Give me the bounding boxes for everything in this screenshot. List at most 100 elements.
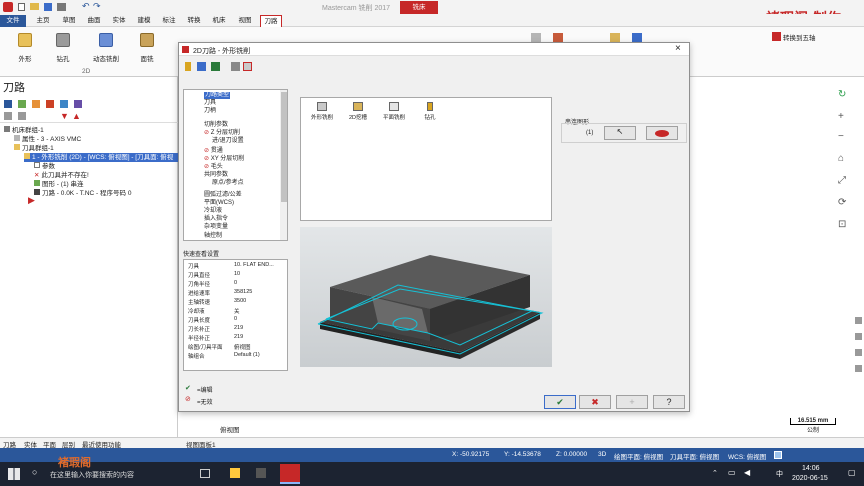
volume-icon[interactable]: ◀ xyxy=(744,468,750,477)
view-icon[interactable]: ⊡ xyxy=(838,219,846,230)
tree-item[interactable]: 图形 - (1) 串连 xyxy=(34,180,84,189)
select-all-icon[interactable] xyxy=(4,100,12,108)
redo-icon[interactable]: ↷ xyxy=(93,1,101,12)
tab-toolpaths[interactable]: 刀路 xyxy=(260,15,282,27)
print-icon[interactable] xyxy=(57,3,66,11)
tab-sketch[interactable]: 草图 xyxy=(58,15,80,27)
face-mill-button[interactable]: 面铣 xyxy=(132,33,162,63)
tool-icon[interactable] xyxy=(855,349,862,356)
tree-item-tabs[interactable]: ⊘ 毛头 xyxy=(204,164,223,171)
tool-plane[interactable]: 刀具平面: 俯视图 xyxy=(670,451,719,461)
clock-date[interactable]: 2020-06-15 xyxy=(792,475,828,482)
taskbar-app-icon[interactable] xyxy=(230,468,240,478)
view-cube[interactable]: ↻ + − ⌂ ⤢ ⟳ ⊡ xyxy=(832,83,860,243)
select-chain-button[interactable]: ↖ xyxy=(604,126,636,140)
preview-chain-button[interactable] xyxy=(646,126,678,140)
construction-plane[interactable]: 绘图平面: 俯视图 xyxy=(614,451,663,461)
tree-scrollbar[interactable] xyxy=(280,90,287,240)
tool-icon[interactable] xyxy=(855,333,862,340)
tree-item[interactable]: 刀路 - 0.0K - T.NC - 程序号码 0 xyxy=(34,189,131,198)
zoom-in-icon[interactable]: + xyxy=(838,111,844,122)
view-icon[interactable]: ⌂ xyxy=(838,153,844,164)
search-icon[interactable]: ○ xyxy=(32,467,37,477)
tree-item-tool[interactable]: 刀具 xyxy=(204,100,216,107)
taskbar-search-input[interactable]: 在这里输入你要搜索的内容 xyxy=(50,470,134,480)
network-icon[interactable]: ▭ xyxy=(728,468,736,477)
save-icon[interactable] xyxy=(197,62,206,71)
tree-item-misc-values[interactable]: 杂项变量 xyxy=(204,224,228,231)
tab-home[interactable]: 主页 xyxy=(32,15,54,27)
system-tray-icon[interactable]: ⌃ xyxy=(712,469,718,477)
edit-icon[interactable] xyxy=(231,62,240,71)
tree-item-cut-params[interactable]: 切削参数 xyxy=(204,122,228,129)
task-view-icon[interactable] xyxy=(200,469,210,478)
tree-item[interactable]: 属性 - 3 - AXIS VMC xyxy=(14,135,81,144)
tool-icon[interactable] xyxy=(855,365,862,372)
tool-icon[interactable] xyxy=(855,317,862,324)
drill-button[interactable]: 钻孔 xyxy=(48,33,78,63)
toolpath-type-pocket[interactable]: 2D挖槽 xyxy=(341,102,375,121)
tree-item[interactable]: 机床群组-1 xyxy=(4,126,44,135)
tree-item[interactable]: ✕ 此刀具并不存在! xyxy=(34,171,89,180)
tool-icon[interactable] xyxy=(185,62,191,71)
clock-time[interactable]: 14:06 xyxy=(802,465,820,472)
rotate-x-icon[interactable]: ↻ xyxy=(838,89,846,100)
ok-button[interactable]: ✔ xyxy=(544,395,576,409)
toolpath-type-contour[interactable]: 外形铣削 xyxy=(305,102,339,121)
open-file-icon[interactable] xyxy=(30,3,39,10)
verify-icon[interactable] xyxy=(60,100,68,108)
wcs-status[interactable]: WCS: 俯视图 xyxy=(728,451,766,461)
tree-item-break-through[interactable]: ⊘ 贯通 xyxy=(204,148,223,155)
taskbar-app-icon[interactable] xyxy=(256,468,266,478)
tree-item-holder[interactable]: 刀柄 xyxy=(204,108,216,115)
input-method-indicator[interactable]: 中 xyxy=(776,469,783,479)
tab-dimension[interactable]: 标注 xyxy=(158,15,180,27)
tree-item-depth-cuts[interactable]: ⊘ Z 分层切削 xyxy=(204,130,240,137)
new-file-icon[interactable] xyxy=(18,3,25,11)
tab-surface[interactable]: 曲面 xyxy=(83,15,105,27)
tree-item[interactable]: 参数 xyxy=(34,162,55,171)
save-icon[interactable] xyxy=(44,3,52,11)
save-all-icon[interactable] xyxy=(211,62,220,71)
mastercam-taskbar-icon[interactable] xyxy=(280,464,300,484)
move-up-icon[interactable] xyxy=(18,112,26,120)
zoom-out-icon[interactable]: − xyxy=(838,131,844,142)
tree-item-linking[interactable]: 共同参数 xyxy=(204,172,228,179)
view-icon[interactable]: ⟳ xyxy=(838,197,846,208)
insert-arrow-icon[interactable]: ▼ xyxy=(60,111,69,121)
tab-view[interactable]: 视图 xyxy=(234,15,256,27)
dimension-mode[interactable]: 3D xyxy=(598,451,606,458)
help-button[interactable]: ? xyxy=(653,395,685,409)
tab-solid[interactable]: 实体 xyxy=(108,15,130,27)
tree-item-multi-passes[interactable]: ⊘ XY 分层切削 xyxy=(204,156,244,163)
regen-icon[interactable] xyxy=(18,100,26,108)
backplot-icon[interactable] xyxy=(46,100,54,108)
post-icon[interactable] xyxy=(74,100,82,108)
tree-item-home-ref[interactable]: 原点/参考点 xyxy=(212,180,244,187)
tab-model[interactable]: 建模 xyxy=(133,15,155,27)
tree-item[interactable]: 刀具群组-1 xyxy=(14,144,54,153)
notification-icon[interactable]: ▢ xyxy=(848,468,856,477)
tree-item-canned-text[interactable]: 插入指令 xyxy=(204,216,228,223)
tree-item-coolant[interactable]: 冷却液 xyxy=(204,208,222,215)
toolpath-type-facing[interactable]: 平面铣削 xyxy=(377,102,411,121)
edit-icon[interactable] xyxy=(243,62,252,71)
tree-item-planes[interactable]: 平面(WCS) xyxy=(204,200,234,207)
tree-item-selected[interactable]: 1 - 外形铣削 (2D) - [WCS: 俯视图] - [刀具面: 俯视 xyxy=(24,153,178,162)
insert-arrow-icon[interactable]: ▲ xyxy=(72,111,81,121)
tree-item-arc-filter[interactable]: 圆弧过滤/公差 xyxy=(204,192,242,199)
windows-start-icon[interactable] xyxy=(8,468,20,480)
tree-item-axis-control[interactable]: 轴控制 xyxy=(204,233,222,240)
add-button[interactable]: + xyxy=(616,395,648,409)
view-icon[interactable]: ⤢ xyxy=(838,175,846,186)
toolpath-type-drill[interactable]: 钻孔 xyxy=(413,102,447,121)
convert-five-axis-button[interactable]: 转换到五轴 xyxy=(783,32,816,42)
close-icon[interactable]: × xyxy=(675,43,681,54)
dynamic-mill-button[interactable]: 动态铣削 xyxy=(88,33,124,63)
tab-machine[interactable]: 机床 xyxy=(208,15,230,27)
undo-icon[interactable]: ↶ xyxy=(82,1,90,12)
contour-button[interactable]: 外形 xyxy=(10,33,40,63)
tree-item-lead-in-out[interactable]: 进/退刀设置 xyxy=(212,138,244,145)
regen-dirty-icon[interactable] xyxy=(32,100,40,108)
tree-item-toolpath-type[interactable]: 刀路类型 xyxy=(204,92,231,99)
